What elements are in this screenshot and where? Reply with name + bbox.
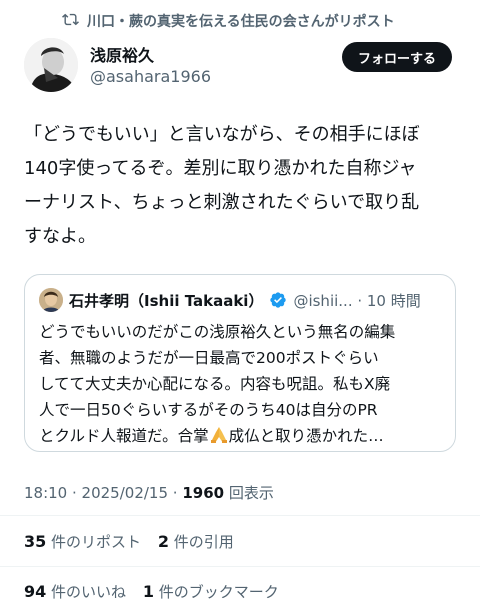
quotes-count: 2	[157, 532, 169, 551]
post-metadata: 18:10 · 2025/02/15 · 1960 回表示	[24, 482, 274, 503]
post-text: 「どうでもいい」と言いながら、その相手にほぼ 140字使ってるぞ。差別に取り憑か…	[24, 124, 420, 247]
likes-count: 94	[24, 582, 47, 601]
views-count: 1960	[182, 484, 225, 502]
repost-banner[interactable]: 川口・蕨の真実を伝える住民の会さんがリポスト	[62, 10, 395, 32]
stats-row-reposts: 35 件のリポスト 2 件の引用	[24, 531, 246, 552]
quoted-handle-time: @ishii... · 10 時間	[293, 291, 421, 310]
divider	[0, 515, 480, 516]
follow-button[interactable]: フォローする	[341, 42, 452, 72]
quoted-author-avatar	[39, 288, 63, 312]
quoted-post-header: 石井孝明（Ishii Takaaki） @ishii... · 10 時間	[39, 287, 421, 313]
quoted-post[interactable]: 石井孝明（Ishii Takaaki） @ishii... · 10 時間 どう…	[24, 274, 456, 452]
quoted-text-tail: 成仏と取り憑かれた…	[228, 427, 384, 445]
reposts-stat[interactable]: 35 件のリポスト	[24, 532, 142, 551]
repost-icon	[62, 11, 79, 32]
post-date[interactable]: 2025/02/15	[82, 484, 168, 502]
quoted-author-name: 石井孝明（Ishii Takaaki）	[69, 291, 264, 310]
likes-stat[interactable]: 94 件のいいね	[24, 582, 127, 601]
folded-hands-icon	[209, 426, 229, 444]
bookmarks-count: 1	[142, 582, 154, 601]
verified-badge-icon	[269, 291, 287, 309]
post-author: 浅原裕久 @asahara1966 フォローする	[24, 38, 464, 98]
bookmarks-stat[interactable]: 1 件のブックマーク	[142, 582, 279, 601]
quotes-stat[interactable]: 2 件の引用	[157, 532, 234, 551]
reposts-label: 件のリポスト	[46, 533, 142, 551]
stats-row-likes: 94 件のいいね 1 件のブックマーク	[24, 581, 291, 602]
author-name[interactable]: 浅原裕久	[90, 42, 154, 66]
meta-separator: ·	[168, 484, 183, 502]
divider	[0, 566, 480, 567]
meta-separator: ·	[67, 484, 82, 502]
repost-banner-text: 川口・蕨の真実を伝える住民の会さんがリポスト	[87, 14, 395, 30]
bookmarks-label: 件のブックマーク	[153, 583, 279, 601]
author-handle[interactable]: @asahara1966	[90, 67, 211, 86]
reposts-count: 35	[24, 532, 47, 551]
avatar[interactable]	[24, 38, 78, 92]
quotes-label: 件の引用	[168, 533, 234, 551]
likes-label: 件のいいね	[46, 583, 127, 601]
quoted-post-text: どうでもいいのだがこの浅原裕久という無名の編集 者、無職のようだが一日最高で20…	[39, 319, 443, 449]
post-time[interactable]: 18:10	[24, 484, 67, 502]
views-label: 回表示	[224, 484, 274, 502]
